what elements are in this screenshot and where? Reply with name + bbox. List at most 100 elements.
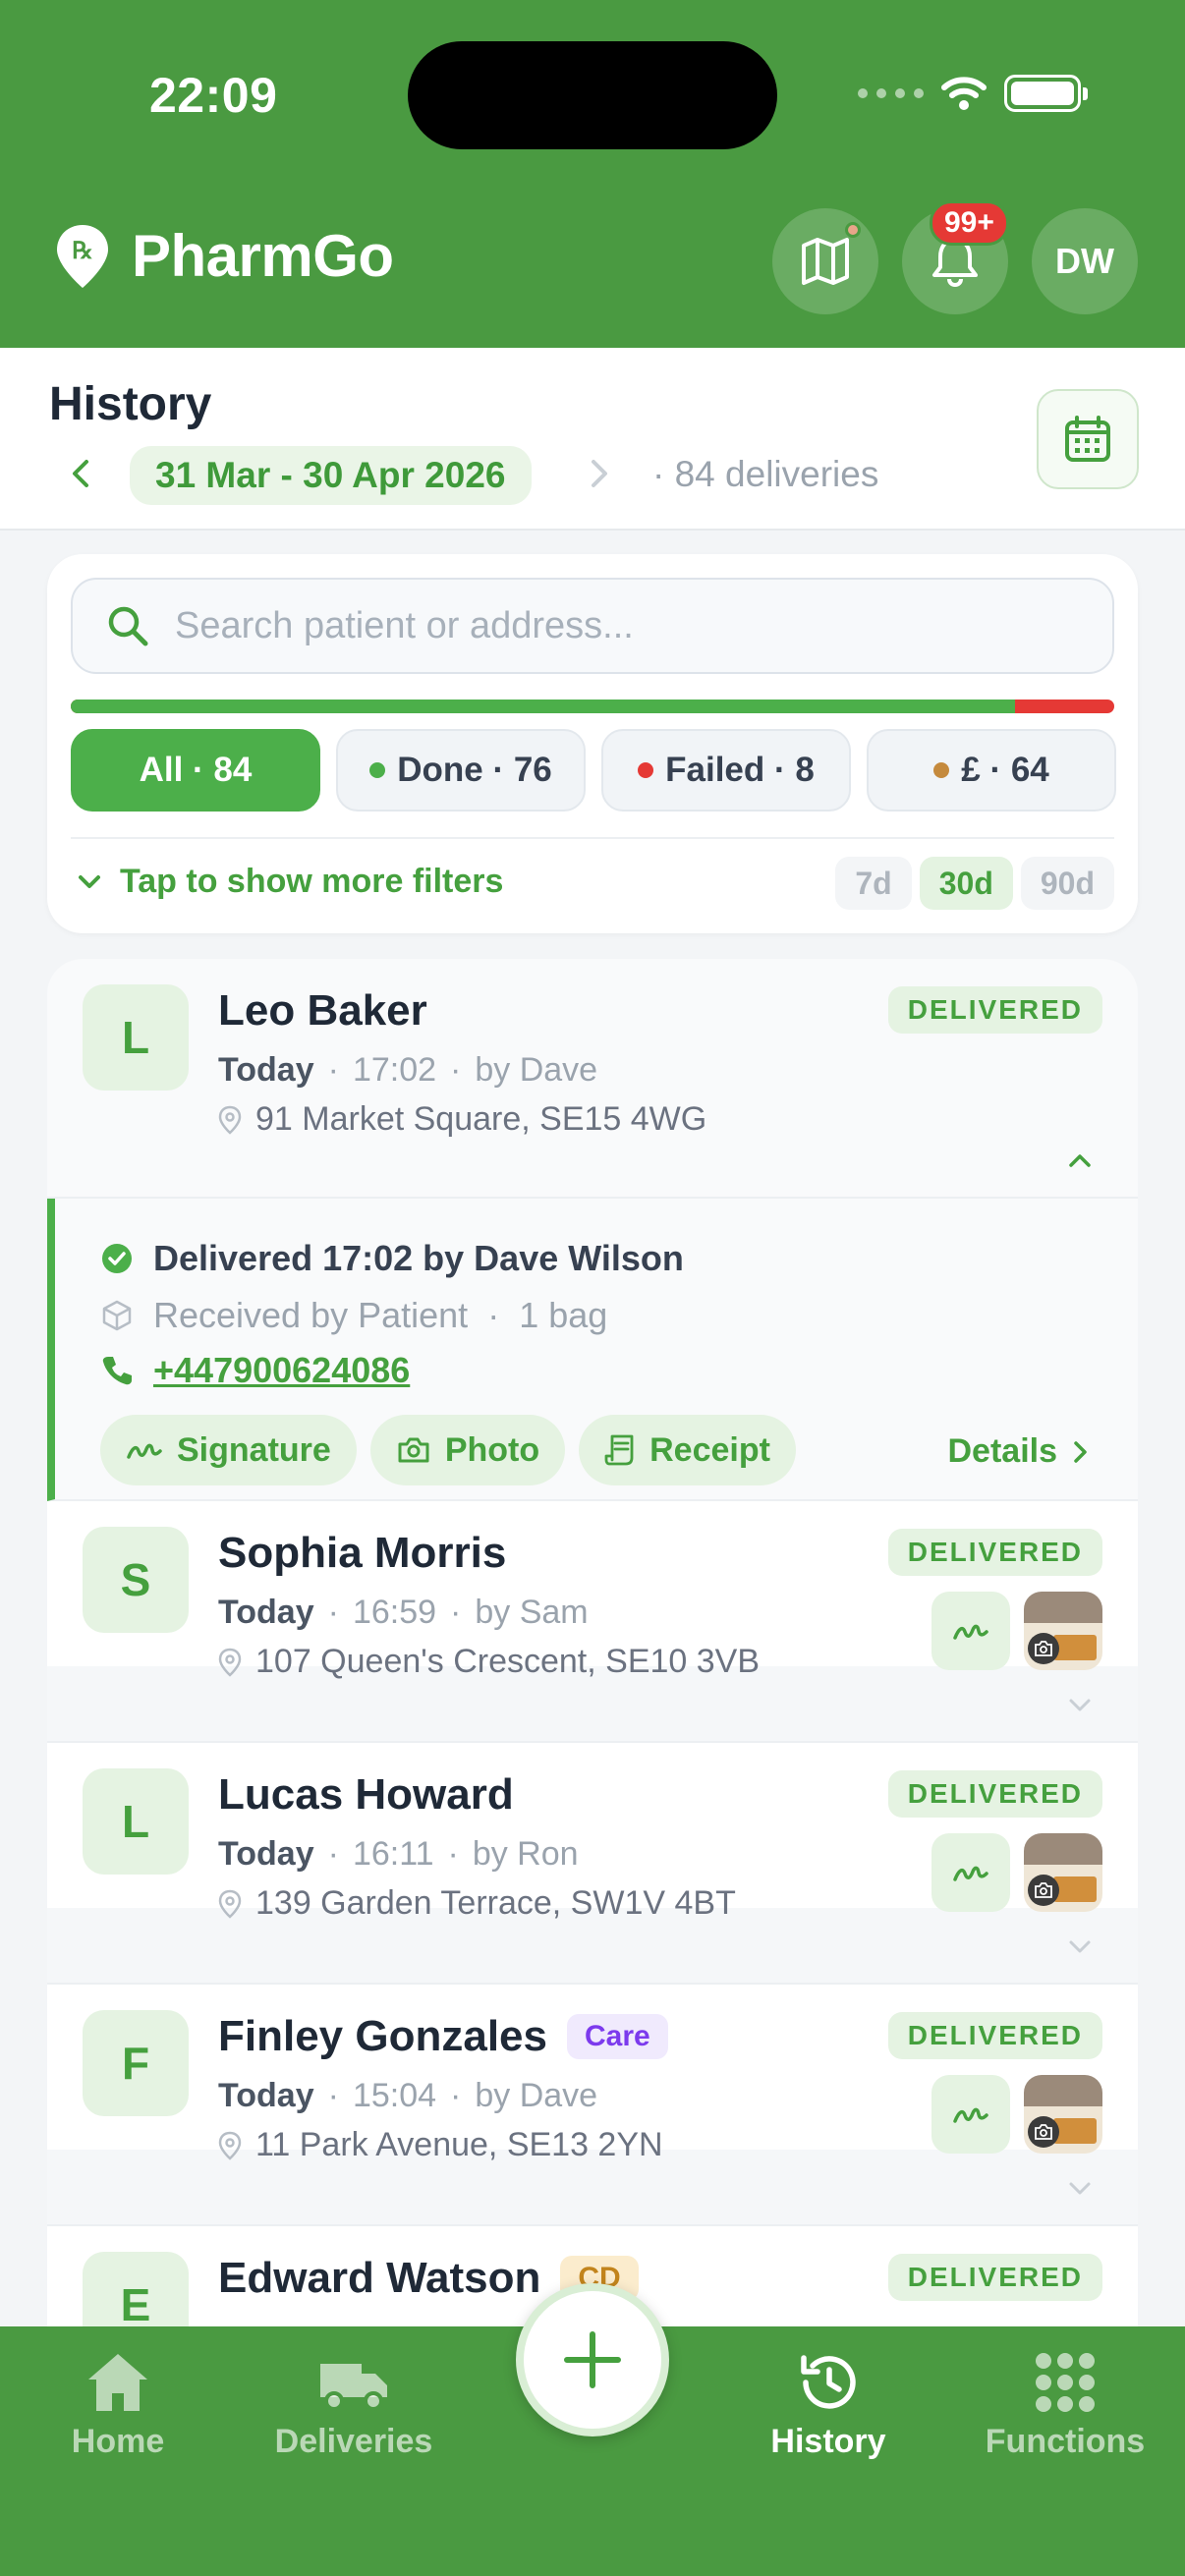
photo-thumbnail[interactable]	[1024, 2075, 1102, 2154]
details-label: Details	[947, 1432, 1058, 1470]
location-pin-icon	[218, 1648, 242, 1677]
address-text: 139 Garden Terrace, SW1V 4BT	[255, 1884, 736, 1922]
app-name: PharmGo	[132, 223, 394, 289]
separator-dot: ·	[327, 1051, 339, 1089]
photo-button[interactable]: Photo	[369, 1415, 566, 1485]
location-pin-icon	[218, 1105, 242, 1135]
proof-actions: Signature Photo Receipt	[100, 1415, 796, 1485]
photo-thumbnail[interactable]	[1024, 1833, 1102, 1912]
address-text: 107 Queen's Crescent, SE10 3VB	[255, 1643, 761, 1680]
more-filters-toggle[interactable]: Tap to show more filters	[75, 863, 503, 901]
location-pin-icon	[218, 2131, 242, 2160]
calendar-button[interactable]	[1037, 389, 1139, 489]
status-badge: DELIVERED	[887, 1770, 1102, 1818]
delivery-day: Today	[218, 1051, 314, 1089]
filter-chip-failed[interactable]: Failed · 8	[601, 729, 851, 812]
signature-button[interactable]: Signature	[100, 1415, 357, 1485]
add-delivery-fab[interactable]	[516, 2283, 669, 2436]
signature-icon	[953, 1866, 988, 1881]
delivery-card[interactable]: L Lucas Howard Today · 16:11 · by Ron 139 …	[47, 1743, 1138, 1985]
chip-label: All · 84	[139, 751, 253, 789]
search-bar[interactable]	[71, 578, 1114, 674]
package-icon	[102, 1300, 132, 1331]
chevron-down-icon[interactable]	[1065, 1933, 1095, 1959]
filter-divider	[71, 837, 1114, 839]
proof-thumbnails	[931, 2075, 1102, 2154]
receipt-icon	[604, 1434, 634, 1466]
app-header: 22:09 ℞ PharmGo 99+ DW	[0, 0, 1185, 348]
nav-history[interactable]: History	[730, 2350, 927, 2461]
chevron-down-icon[interactable]	[1065, 2175, 1095, 2201]
nav-functions[interactable]: Functions	[967, 2350, 1163, 2461]
next-range-chevron-icon[interactable]	[584, 454, 613, 493]
status-icons	[858, 75, 1088, 112]
period-90d[interactable]: 90d	[1020, 857, 1114, 910]
address-text: 91 Market Square, SE15 4WG	[255, 1100, 707, 1138]
filter-chip-paid[interactable]: £ · 64	[867, 729, 1116, 812]
delivery-time: 16:11	[352, 1835, 434, 1873]
delivery-address: 107 Queen's Crescent, SE10 3VB	[218, 1643, 760, 1681]
nav-home-label: Home	[71, 2423, 165, 2460]
delivery-card[interactable]: F Finley Gonzales Care Today · 15:04 · by …	[47, 1985, 1138, 2226]
phone-icon	[102, 1357, 132, 1385]
svg-text:℞: ℞	[72, 238, 93, 264]
delivery-address: 91 Market Square, SE15 4WG	[218, 1100, 706, 1139]
delivery-day: Today	[218, 2077, 314, 2114]
delivered-by: by Dave	[475, 2077, 598, 2114]
details-link[interactable]: Details	[948, 1432, 1092, 1471]
chevron-up-icon[interactable]	[1065, 1148, 1095, 1173]
nav-home[interactable]: Home	[20, 2350, 216, 2461]
chevron-down-icon[interactable]	[1065, 1692, 1095, 1717]
amber-dot-icon	[933, 762, 950, 778]
receipt-label: Receipt	[649, 1430, 770, 1469]
delivered-by: by Ron	[472, 1835, 579, 1873]
map-button[interactable]	[772, 208, 878, 314]
period-7d[interactable]: 7d	[835, 857, 912, 910]
status-badge: DELIVERED	[887, 986, 1102, 1034]
patient-name-text: Edward Watson	[218, 2254, 541, 2302]
nav-deliveries[interactable]: Deliveries	[255, 2350, 452, 2461]
more-filters-label: Tap to show more filters	[120, 863, 504, 900]
phone-number-link[interactable]: +447900624086	[153, 1350, 410, 1391]
signature-thumbnail[interactable]	[931, 1592, 1010, 1670]
green-dot-icon	[369, 762, 386, 778]
patient-initial-avatar: L	[83, 984, 189, 1091]
previous-range-chevron-icon[interactable]	[67, 454, 96, 493]
nav-deliveries-label: Deliveries	[274, 2423, 433, 2460]
home-icon	[88, 2354, 147, 2411]
receipt-button[interactable]: Receipt	[579, 1415, 796, 1485]
period-30d[interactable]: 30d	[919, 857, 1013, 910]
nav-functions-label: Functions	[985, 2423, 1146, 2460]
patient-name-text: Finley Gonzales	[218, 2012, 547, 2060]
delivery-time: 17:02	[352, 1051, 437, 1089]
period-selector: 7d 30d 90d	[835, 857, 1114, 910]
address-text: 11 Park Avenue, SE13 2YN	[255, 2126, 663, 2163]
delivery-day: Today	[218, 1594, 314, 1631]
patient-name-text: Lucas Howard	[218, 1770, 514, 1819]
filter-chip-done[interactable]: Done · 76	[336, 729, 586, 812]
patient-name: Sophia Morris	[218, 1529, 506, 1578]
signature-icon	[953, 2107, 988, 2123]
delivery-meta: Today · 15:04 · by Dave	[218, 2077, 597, 2115]
proof-thumbnails	[931, 1833, 1102, 1912]
delivery-card[interactable]: S Sophia Morris Today · 16:59 · by Sam 107…	[47, 1501, 1138, 1743]
photo-thumbnail[interactable]	[1024, 1592, 1102, 1670]
status-filter-chips: All · 84 Done · 76 Failed · 8 £ · 64	[71, 729, 1116, 812]
proof-thumbnails	[931, 1592, 1102, 1670]
phone-line[interactable]: +447900624086	[100, 1350, 410, 1391]
filter-chip-all[interactable]: All · 84	[71, 729, 320, 812]
history-icon	[801, 2355, 856, 2409]
signature-thumbnail[interactable]	[931, 2075, 1010, 2154]
delivery-card[interactable]: L Leo Baker Today · 17:02 · by Dave 91 Mar…	[47, 959, 1138, 1199]
search-input[interactable]	[175, 604, 1059, 647]
date-range-pill[interactable]: 31 Mar - 30 Apr 2026	[130, 446, 532, 505]
done-ratio-fill	[71, 700, 1016, 713]
patient-name: Lucas Howard	[218, 1770, 514, 1820]
camera-icon	[1028, 1633, 1059, 1664]
patient-name-text: Leo Baker	[218, 986, 427, 1035]
signature-thumbnail[interactable]	[931, 1833, 1010, 1912]
user-avatar-button[interactable]: DW	[1032, 208, 1138, 314]
delivery-detail-panel: Delivered 17:02 by Dave Wilson Received …	[47, 1199, 1138, 1501]
chip-label: Done · 76	[397, 751, 552, 789]
delivered-text: Delivered 17:02 by Dave Wilson	[153, 1238, 684, 1278]
